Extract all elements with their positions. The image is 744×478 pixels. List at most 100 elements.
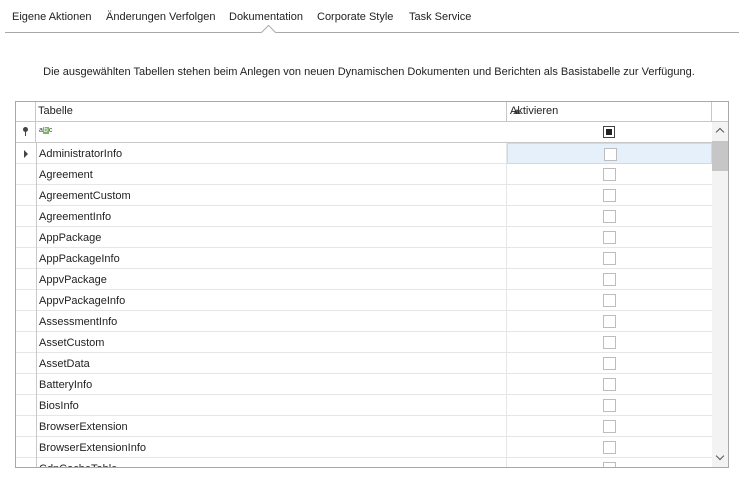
- cell-aktivieren[interactable]: [507, 143, 712, 164]
- table-row[interactable]: AppPackage: [16, 227, 712, 248]
- activate-checkbox[interactable]: [603, 273, 616, 286]
- cell-table-name[interactable]: Agreement: [36, 164, 507, 185]
- description-text: Die ausgewählten Tabellen stehen beim An…: [43, 66, 695, 78]
- activate-checkbox[interactable]: [603, 210, 616, 223]
- activate-checkbox[interactable]: [604, 148, 617, 161]
- cell-aktivieren[interactable]: [507, 416, 712, 437]
- table-row[interactable]: BiosInfo: [16, 395, 712, 416]
- cell-table-name[interactable]: CdnCacheTable: [36, 458, 507, 467]
- row-indicator: [16, 290, 36, 311]
- table-row[interactable]: Agreement: [16, 164, 712, 185]
- tab-aenderungen-verfolgen[interactable]: Änderungen Verfolgen: [106, 11, 215, 23]
- activate-checkbox[interactable]: [603, 168, 616, 181]
- cell-aktivieren[interactable]: [507, 290, 712, 311]
- row-indicator: [16, 143, 36, 164]
- table-row[interactable]: AgreementCustom: [16, 185, 712, 206]
- cell-aktivieren[interactable]: [507, 269, 712, 290]
- tab-task-service[interactable]: Task Service: [409, 11, 471, 23]
- table-row[interactable]: BatteryInfo: [16, 374, 712, 395]
- row-indicator: [16, 416, 36, 437]
- table-row[interactable]: AppvPackageInfo: [16, 290, 712, 311]
- table-row[interactable]: AssetData: [16, 353, 712, 374]
- cell-aktivieren[interactable]: [507, 227, 712, 248]
- cell-table-name[interactable]: AppPackage: [36, 227, 507, 248]
- cell-aktivieren[interactable]: [507, 458, 712, 467]
- row-indicator: [16, 248, 36, 269]
- tab-dokumentation[interactable]: Dokumentation: [229, 11, 303, 23]
- activate-checkbox[interactable]: [603, 420, 616, 433]
- cell-table-name[interactable]: BatteryInfo: [36, 374, 507, 395]
- cell-table-name[interactable]: AssetCustom: [36, 332, 507, 353]
- row-indicator: [16, 437, 36, 458]
- pin-icon: [23, 127, 28, 136]
- activate-checkbox[interactable]: [603, 252, 616, 265]
- cell-table-name[interactable]: AgreementInfo: [36, 206, 507, 227]
- select-all-checkbox[interactable]: [603, 126, 615, 138]
- activate-checkbox[interactable]: [603, 336, 616, 349]
- activate-checkbox[interactable]: [603, 294, 616, 307]
- cell-table-name[interactable]: AgreementCustom: [36, 185, 507, 206]
- tab-eigene-aktionen[interactable]: Eigene Aktionen: [12, 11, 92, 23]
- tab-corporate-style[interactable]: Corporate Style: [317, 11, 393, 23]
- tables-grid: Tabelle Aktivieren abc AdministratorInfo…: [15, 101, 729, 468]
- cell-aktivieren[interactable]: [507, 164, 712, 185]
- activate-checkbox[interactable]: [603, 315, 616, 328]
- active-tab-indicator: [260, 24, 277, 41]
- grid-header: Tabelle Aktivieren: [16, 102, 728, 122]
- cell-aktivieren[interactable]: [507, 185, 712, 206]
- cell-table-name[interactable]: AdministratorInfo: [36, 143, 507, 164]
- activate-checkbox[interactable]: [603, 378, 616, 391]
- auto-filter-row: abc: [16, 122, 712, 143]
- cell-aktivieren[interactable]: [507, 311, 712, 332]
- current-row-pointer-icon: [24, 150, 28, 158]
- cell-table-name[interactable]: AppvPackage: [36, 269, 507, 290]
- activate-checkbox[interactable]: [603, 462, 616, 467]
- cell-aktivieren[interactable]: [507, 353, 712, 374]
- activate-checkbox[interactable]: [603, 189, 616, 202]
- activate-checkbox[interactable]: [603, 399, 616, 412]
- scroll-up-icon[interactable]: [712, 122, 728, 139]
- cell-table-name[interactable]: BrowserExtension: [36, 416, 507, 437]
- grid-rows: AdministratorInfo Agreement AgreementCusto…: [16, 143, 712, 467]
- column-header-tabelle[interactable]: Tabelle: [36, 102, 521, 122]
- scroll-thumb[interactable]: [712, 141, 728, 171]
- table-row[interactable]: AdministratorInfo: [16, 143, 712, 164]
- row-indicator: [16, 227, 36, 248]
- cell-table-name[interactable]: BiosInfo: [36, 395, 507, 416]
- row-indicator: [16, 395, 36, 416]
- activate-checkbox[interactable]: [603, 441, 616, 454]
- row-indicator: [16, 311, 36, 332]
- table-row[interactable]: AppvPackage: [16, 269, 712, 290]
- scroll-down-icon[interactable]: [712, 450, 728, 467]
- filter-row-indicator: [16, 122, 36, 143]
- table-row[interactable]: CdnCacheTable: [16, 458, 712, 467]
- row-indicator: [16, 332, 36, 353]
- cell-table-name[interactable]: AppPackageInfo: [36, 248, 507, 269]
- cell-aktivieren[interactable]: [507, 248, 712, 269]
- cell-table-name[interactable]: AssessmentInfo: [36, 311, 507, 332]
- cell-table-name[interactable]: AppvPackageInfo: [36, 290, 507, 311]
- activate-checkbox[interactable]: [603, 231, 616, 244]
- table-row[interactable]: AssessmentInfo: [16, 311, 712, 332]
- activate-checkbox[interactable]: [603, 357, 616, 370]
- header-indicator-cell: [16, 102, 36, 122]
- cell-aktivieren[interactable]: [507, 437, 712, 458]
- table-row[interactable]: AppPackageInfo: [16, 248, 712, 269]
- column-header-aktivieren-label: Aktivieren: [510, 105, 559, 117]
- cell-aktivieren[interactable]: [507, 395, 712, 416]
- row-indicator: [16, 374, 36, 395]
- row-indicator: [16, 458, 36, 467]
- row-indicator: [16, 185, 36, 206]
- table-row[interactable]: BrowserExtension: [16, 416, 712, 437]
- text-filter-icon[interactable]: abc: [39, 127, 52, 134]
- cell-aktivieren[interactable]: [507, 374, 712, 395]
- cell-table-name[interactable]: AssetData: [36, 353, 507, 374]
- table-row[interactable]: AssetCustom: [16, 332, 712, 353]
- cell-aktivieren[interactable]: [507, 332, 712, 353]
- table-row[interactable]: AgreementInfo: [16, 206, 712, 227]
- cell-table-name[interactable]: BrowserExtensionInfo: [36, 437, 507, 458]
- column-header-aktivieren[interactable]: Aktivieren: [507, 102, 712, 122]
- table-row[interactable]: BrowserExtensionInfo: [16, 437, 712, 458]
- cell-aktivieren[interactable]: [507, 206, 712, 227]
- vertical-scrollbar[interactable]: [712, 122, 728, 467]
